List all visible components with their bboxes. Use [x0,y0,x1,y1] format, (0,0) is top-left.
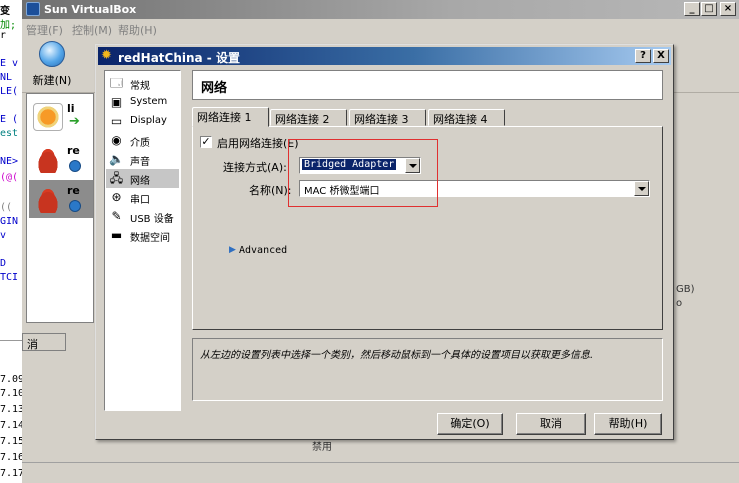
tab-adapter-1[interactable]: 网络连接 1 [192,107,269,127]
description-text: 从左边的设置列表中选择一个类别，然后移动鼠标到一个具体的设置项目以获取更多信息. [200,350,594,361]
category-display[interactable]: ▭ Display [106,112,179,131]
advanced-toggle[interactable]: Advanced [239,245,287,256]
category-general[interactable]: 🗔 常规 [106,74,179,93]
bottom-tab[interactable]: 消 [22,333,66,351]
page-title: 网络 [201,81,228,96]
status-bar [22,462,739,483]
chip-icon: ▣ [110,95,123,109]
menu-help[interactable]: 帮助(H) [118,22,157,38]
attach-mode-label: 连接方式(A): [223,161,287,174]
chevron-down-icon[interactable] [634,181,649,196]
network-icon: 🖧 [109,171,124,185]
grid-cell: 7.13 [0,404,25,415]
grid-cell: 7.17 [0,468,25,479]
settings-dialog: ✹ redHatChina - 设置 ? X 🗔 常规 ▣ System ▭ Disp… [95,44,674,440]
virtualbox-app-icon [26,2,40,16]
code-line: 变​ [0,6,10,17]
code-line: v [0,230,7,241]
vm-state-icon [69,200,81,212]
menu-control[interactable]: 控制(M) [72,22,112,38]
redhat-os-icon [33,185,63,213]
ok-button[interactable]: 确定(O) [437,413,503,435]
code-line: est [0,128,19,139]
vm-list-item[interactable]: re [29,140,93,178]
running-arrow-icon: ➔ [69,114,80,129]
grid-cell: 7.10 [0,388,25,399]
settings-gear-icon: ✹ [101,48,112,63]
code-line: E v [0,58,19,69]
vm-os-icon [33,103,63,131]
vm-name: re [67,184,80,197]
close-button[interactable]: × [720,2,736,16]
help-title-button[interactable]: ? [635,49,651,63]
cancel-button[interactable]: 取消 [516,413,586,435]
category-storage[interactable]: ◉ 介质 [106,131,179,150]
new-vm-icon [39,41,65,67]
tab-adapter-4[interactable]: 网络连接 4 [428,109,505,126]
highlight-annotation [288,139,438,207]
code-line: E ( [0,114,19,125]
code-line: D [0,258,7,269]
vm-state-icon [69,160,81,172]
code-line: r [0,30,7,41]
code-line: 加; [0,20,17,31]
category-list: 🗔 常规 ▣ System ▭ Display ◉ 介质 🔈 声音 🖧 网络 ⊛ 串口 ✎ US… [104,70,181,411]
general-icon: 🗔 [109,76,123,90]
category-network[interactable]: 🖧 网络 [106,169,179,188]
code-line: NL [0,72,13,83]
serial-port-icon: ⊛ [111,190,122,204]
vm-list-item-selected[interactable]: re [29,180,93,218]
monitor-icon: ▭ [110,114,123,128]
page-header: 网络 [192,70,663,100]
code-line: LE( [0,86,19,97]
category-audio[interactable]: 🔈 声音 [106,150,179,169]
background-result-grid: 7.09 7.10 7.13 7.14 7.15 7.16 7.17 [0,340,25,483]
enable-adapter-checkbox[interactable]: ✓ [200,136,212,148]
tab-adapter-2[interactable]: 网络连接 2 [270,109,347,126]
grid-cell: 7.15 [0,436,25,447]
code-line: (@( [0,172,19,183]
details-text: o [676,298,683,309]
dialog-title: redHatChina - 设置 [118,51,240,65]
code-line: (( [0,202,13,213]
vm-list-item[interactable]: li ➔ [29,98,93,136]
grid-cell: 7.14 [0,420,25,431]
vm-name: re [67,144,80,157]
description-box: 从左边的设置列表中选择一个类别，然后移动鼠标到一个具体的设置项目以获取更多信息. [192,338,663,401]
expand-arrow-icon[interactable]: ▶ [229,245,236,255]
grid-cell: 7.16 [0,452,25,463]
code-line: TCI [0,272,19,283]
folder-icon: ▬ [110,228,123,242]
category-system[interactable]: ▣ System [106,93,179,112]
usb-icon: ✎ [111,209,122,223]
disk-icon: ◉ [111,133,122,147]
speaker-icon: 🔈 [109,152,124,166]
category-serial[interactable]: ⊛ 串口 [106,188,179,207]
menu-manage[interactable]: 管理(F) [26,22,63,38]
code-line: NE> [0,156,19,167]
category-usb[interactable]: ✎ USB 设备 [106,207,179,226]
category-shared-folders[interactable]: ▬ 数据空间 [106,226,179,245]
tab-adapter-3[interactable]: 网络连接 3 [349,109,426,126]
minimize-button[interactable]: _ [684,2,700,16]
enable-adapter-label: 启用网络连接(E) [217,137,299,150]
main-window-title: Sun VirtualBox [44,3,137,16]
new-vm-button[interactable]: 新建(N) [28,41,76,89]
help-button[interactable]: 帮助(H) [594,413,662,435]
grid-cell: 7.09 [0,374,25,385]
maximize-button[interactable]: □ [701,2,717,16]
dialog-titlebar: ✹ redHatChina - 设置 ? X [98,47,671,65]
vm-list: li ➔ re re [26,93,94,323]
close-dialog-button[interactable]: X [653,49,669,63]
adapter-name-label: 名称(N): [249,184,292,197]
main-menubar: 管理(F) 控制(M) 帮助(H) [22,19,739,37]
details-text: 禁用 [312,442,332,453]
new-vm-label: 新建(N) [32,74,72,87]
details-text: GB) [676,284,695,295]
main-titlebar: Sun VirtualBox _ □ × [22,0,739,19]
redhat-os-icon [33,145,63,173]
code-line: GIN [0,216,19,227]
